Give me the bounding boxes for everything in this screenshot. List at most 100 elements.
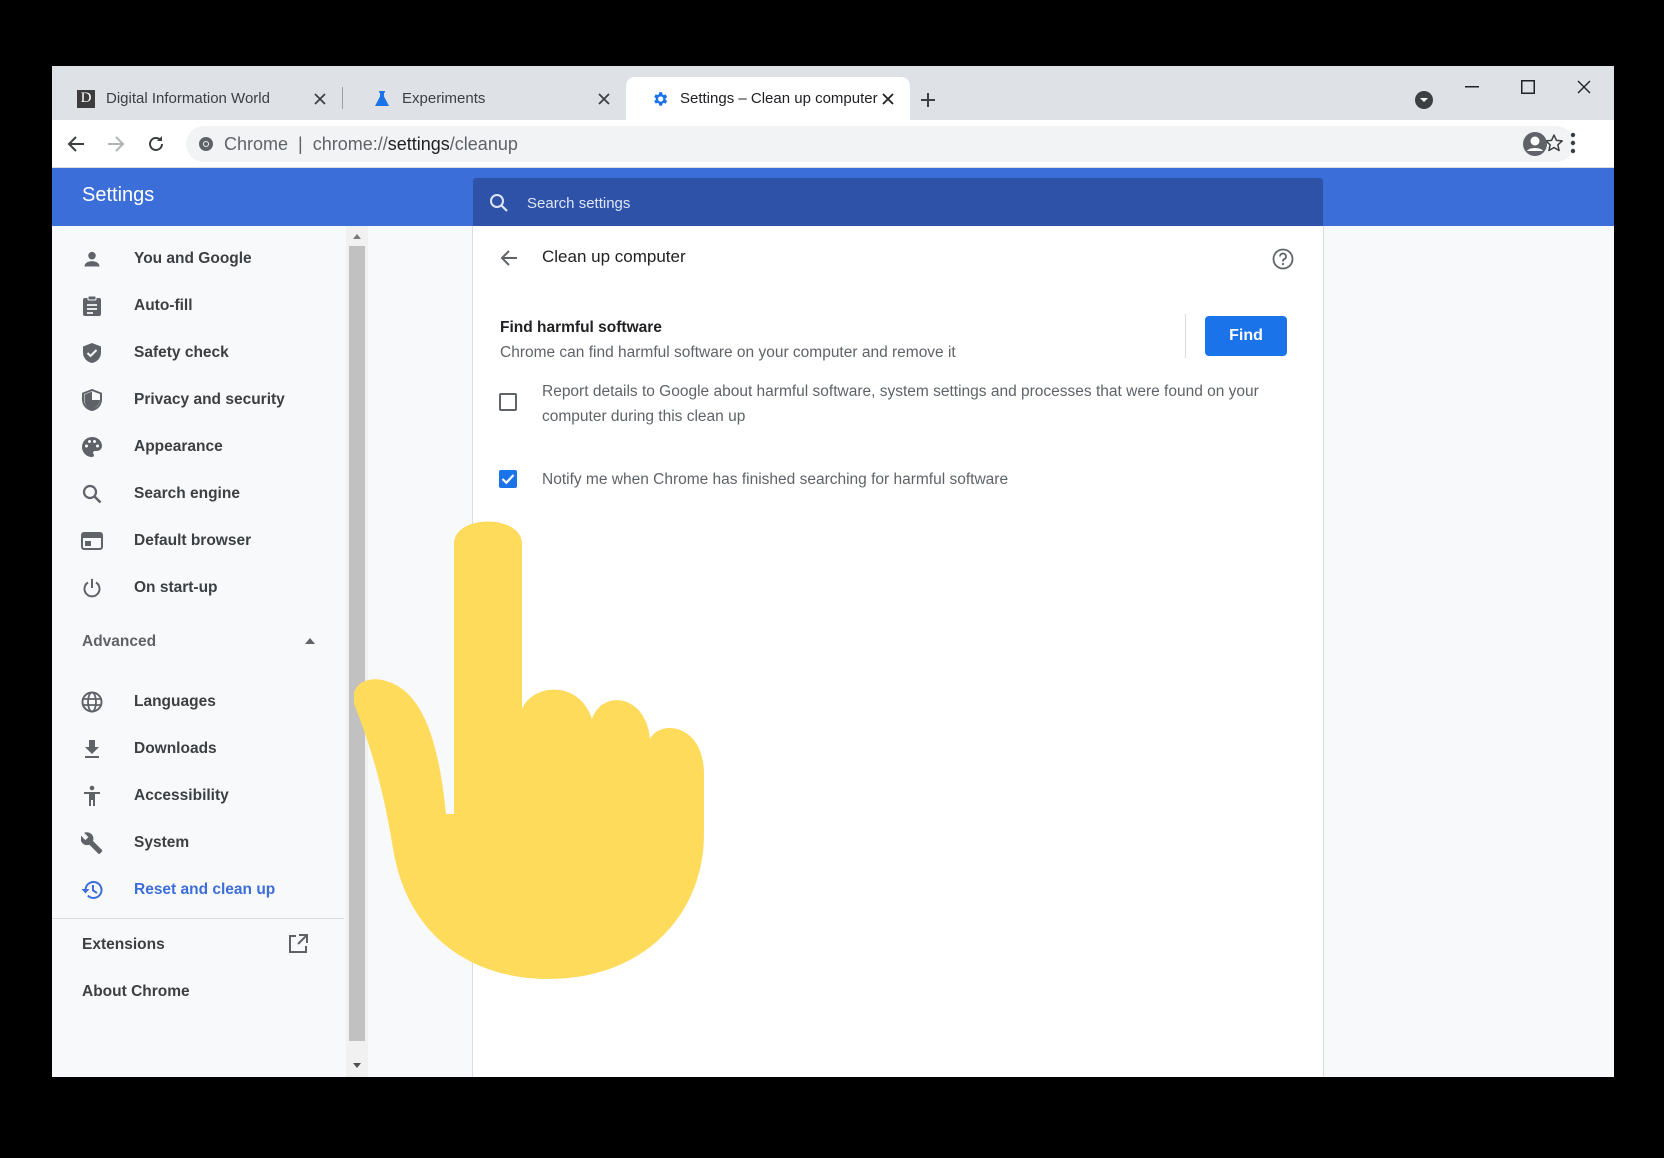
close-icon[interactable] bbox=[310, 89, 330, 109]
clipboard-icon bbox=[80, 294, 104, 318]
sidebar-item-label: Accessibility bbox=[134, 787, 229, 804]
url-path: /cleanup bbox=[449, 133, 518, 154]
sidebar-item-safety-check[interactable]: Safety check bbox=[52, 331, 342, 375]
sidebar-item-extensions[interactable]: Extensions bbox=[82, 936, 165, 954]
scroll-up-icon[interactable] bbox=[351, 230, 363, 242]
sidebar-item-languages[interactable]: Languages bbox=[52, 680, 342, 724]
new-tab-button[interactable] bbox=[914, 86, 942, 114]
url-host: settings bbox=[387, 133, 450, 154]
sidebar-item-on-startup[interactable]: On start-up bbox=[52, 566, 342, 610]
notify-label: Notify me when Chrome has finished searc… bbox=[542, 471, 1009, 488]
find-harmful-software-title: Find harmful software bbox=[500, 319, 662, 336]
maximize-button[interactable] bbox=[1508, 72, 1548, 102]
sidebar-item-label: On start-up bbox=[134, 579, 218, 596]
close-window-button[interactable] bbox=[1564, 72, 1604, 102]
sidebar-item-label: Auto-fill bbox=[134, 297, 193, 314]
tab-strip: D Digital Information World Experiments … bbox=[52, 66, 1614, 120]
power-icon bbox=[80, 576, 104, 600]
sidebar-item-label: System bbox=[134, 834, 190, 851]
sidebar-item-label: About Chrome bbox=[82, 983, 190, 1000]
search-icon bbox=[80, 482, 104, 506]
report-details-checkbox[interactable] bbox=[499, 393, 517, 411]
reload-icon bbox=[149, 136, 163, 151]
forward-arrow-icon bbox=[108, 136, 125, 152]
close-icon[interactable] bbox=[878, 89, 898, 109]
forward-button[interactable] bbox=[102, 130, 130, 158]
back-button[interactable] bbox=[495, 244, 523, 272]
close-icon bbox=[1577, 80, 1591, 94]
search-input[interactable] bbox=[525, 193, 1289, 213]
accessibility-icon bbox=[80, 784, 104, 808]
sidebar-item-label: Privacy and security bbox=[134, 391, 285, 408]
site-favicon: D bbox=[76, 89, 96, 109]
more-menu-icon[interactable] bbox=[1570, 132, 1576, 159]
vertical-separator bbox=[1185, 314, 1186, 358]
sidebar-item-label: Search engine bbox=[134, 485, 240, 502]
close-icon[interactable] bbox=[594, 89, 614, 109]
sidebar-item-label: You and Google bbox=[134, 250, 252, 267]
sidebar-item-label: Default browser bbox=[134, 532, 252, 549]
plus-icon bbox=[921, 93, 935, 107]
sidebar-item-label: Downloads bbox=[134, 740, 217, 757]
card-title: Clean up computer bbox=[542, 247, 686, 266]
scroll-down-icon[interactable] bbox=[351, 1059, 363, 1071]
notify-checkbox[interactable] bbox=[499, 470, 517, 488]
url-scheme: chrome:// bbox=[312, 133, 388, 154]
site-label: Chrome bbox=[224, 133, 289, 154]
profile-avatar-icon[interactable] bbox=[1522, 131, 1548, 162]
sidebar-item-downloads[interactable]: Downloads bbox=[52, 727, 342, 771]
report-details-label: Report details to Google about harmful s… bbox=[542, 383, 1259, 425]
advanced-section-toggle[interactable]: Advanced bbox=[82, 633, 156, 651]
sidebar-item-autofill[interactable]: Auto-fill bbox=[52, 284, 342, 328]
help-icon[interactable] bbox=[1270, 246, 1296, 272]
back-button[interactable] bbox=[62, 130, 90, 158]
tab-digital-information-world[interactable]: D Digital Information World bbox=[52, 77, 342, 120]
find-harmful-software-description: Chrome can find harmful software on your… bbox=[500, 344, 956, 361]
settings-header: Settings bbox=[52, 168, 1614, 228]
sidebar-item-privacy-and-security[interactable]: Privacy and security bbox=[52, 378, 342, 422]
shield-check-icon bbox=[80, 341, 104, 365]
tab-settings[interactable]: Settings – Clean up computer bbox=[626, 77, 910, 120]
sidebar-item-you-and-google[interactable]: You and Google bbox=[52, 237, 342, 281]
chevron-up-icon[interactable] bbox=[305, 638, 315, 644]
sidebar-item-default-browser[interactable]: Default browser bbox=[52, 519, 342, 563]
tab-separator bbox=[342, 87, 343, 109]
chevron-down-icon bbox=[1415, 91, 1433, 109]
sidebar-item-label: Safety check bbox=[134, 344, 229, 361]
sidebar-item-system[interactable]: System bbox=[52, 821, 342, 865]
sidebar-divider bbox=[52, 918, 344, 919]
tab-title: Experiments bbox=[402, 90, 486, 107]
shield-icon bbox=[80, 388, 104, 412]
checkmark-icon bbox=[501, 474, 515, 485]
advanced-label: Advanced bbox=[82, 633, 157, 650]
sidebar-item-about-chrome[interactable]: About Chrome bbox=[82, 983, 190, 1001]
sidebar-item-label: Reset and clean up bbox=[134, 881, 276, 898]
back-arrow-icon bbox=[67, 136, 84, 152]
sidebar-item-reset-and-clean-up[interactable]: Reset and clean up bbox=[52, 868, 342, 912]
flask-icon bbox=[372, 89, 392, 109]
sidebar-item-appearance[interactable]: Appearance bbox=[52, 425, 342, 469]
sidebar-item-search-engine[interactable]: Search engine bbox=[52, 472, 342, 516]
page-title: Settings bbox=[82, 184, 155, 206]
browser-icon bbox=[80, 529, 104, 553]
history-icon bbox=[80, 878, 104, 902]
pointing-hand-icon bbox=[354, 521, 704, 979]
minimize-button[interactable] bbox=[1452, 72, 1492, 102]
gear-icon bbox=[650, 89, 670, 109]
download-icon bbox=[80, 737, 104, 761]
settings-search[interactable] bbox=[473, 178, 1323, 228]
tab-search-button[interactable] bbox=[1412, 88, 1436, 112]
find-button[interactable]: Find bbox=[1205, 316, 1287, 356]
search-icon bbox=[489, 193, 509, 213]
address-bar[interactable]: Chrome | chrome://settings/cleanup bbox=[186, 126, 1574, 162]
reload-button[interactable] bbox=[142, 130, 170, 158]
person-icon bbox=[80, 247, 104, 271]
open-in-new-icon[interactable] bbox=[288, 934, 308, 954]
sidebar-item-accessibility[interactable]: Accessibility bbox=[52, 774, 342, 818]
globe-icon bbox=[80, 690, 104, 714]
minimize-icon bbox=[1465, 86, 1479, 88]
tab-experiments[interactable]: Experiments bbox=[348, 77, 626, 120]
sidebar-item-label: Languages bbox=[134, 693, 216, 710]
browser-window: D Digital Information World Experiments … bbox=[52, 66, 1614, 1077]
back-arrow-icon bbox=[500, 250, 517, 266]
